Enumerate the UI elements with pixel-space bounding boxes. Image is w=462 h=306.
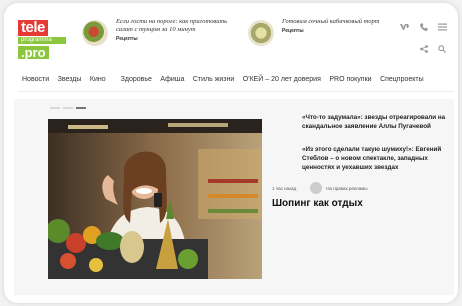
slider-dot-active[interactable] [76,107,86,109]
vk-icon[interactable] [400,23,410,33]
header-teaser[interactable]: Готовим сочный кабачковый торт Рецепты [248,18,398,54]
nav-item-health[interactable]: Здоровье [121,76,152,83]
nav-item-news[interactable]: Новости [22,76,49,83]
logo-line-1: tele [18,20,48,36]
slider-dot[interactable] [50,107,60,109]
featured-time: 1 час назад [272,185,297,191]
featured-block: «Что-то задумала»: звезды отреагировали … [14,99,454,295]
teaser-thumbnail [82,20,108,46]
featured-rubric[interactable]: На правах рекламы [326,186,367,191]
nav-item-afisha[interactable]: Афиша [160,76,184,83]
header-actions [400,23,450,63]
author-avatar [310,182,323,194]
nav-item-stars[interactable]: Звезды [58,76,82,83]
side-news-item[interactable]: «Из этого сделали такую шумиху!»: Евгени… [272,145,452,172]
side-news: «Что-то задумала»: звезды отреагировали … [272,113,452,209]
site-header: tele programma .pro Если гости на пороге… [4,3,458,63]
teaser-tag[interactable]: Рецепты [282,28,379,34]
teaser-thumbnail [248,20,274,46]
site-logo[interactable]: tele programma .pro [18,19,74,59]
nav-item-pro-purchases[interactable]: PRO покупки [329,76,371,83]
featured-photo[interactable] [48,119,262,279]
teaser-title[interactable]: Если гости на пороге: как приготовить са… [116,18,242,34]
page: tele programma .pro Если гости на пороге… [4,3,458,303]
phone-icon[interactable] [420,23,428,33]
search-icon[interactable] [438,45,447,55]
slider-dots [50,107,86,109]
header-teaser[interactable]: Если гости на пороге: как приготовить са… [82,18,242,54]
slider-dot[interactable] [63,107,73,109]
featured-title[interactable]: Шопинг как отдых [272,198,452,209]
logo-line-3: .pro [18,46,49,59]
logo-line-2: programma [18,37,66,44]
teaser-title[interactable]: Готовим сочный кабачковый торт [282,18,379,26]
menu-icon[interactable] [438,23,447,33]
featured-meta: 1 час назад На правах рекламы [272,182,452,194]
side-news-item[interactable]: «Что-то задумала»: звезды отреагировали … [272,113,452,131]
nav-divider [18,91,454,92]
nav-item-special-projects[interactable]: Спецпроекты [380,76,424,83]
nav-item-cinema[interactable]: Кино [90,76,106,83]
share-icon[interactable] [420,45,428,55]
nav-item-okey[interactable]: О'КЕЙ – 20 лет доверия [243,76,321,83]
teaser-tag[interactable]: Рецепты [116,36,242,42]
nav-item-lifestyle[interactable]: Стиль жизни [193,76,234,83]
main-nav: Новости Звезды Кино Здоровье Афиша Стиль… [4,71,458,87]
